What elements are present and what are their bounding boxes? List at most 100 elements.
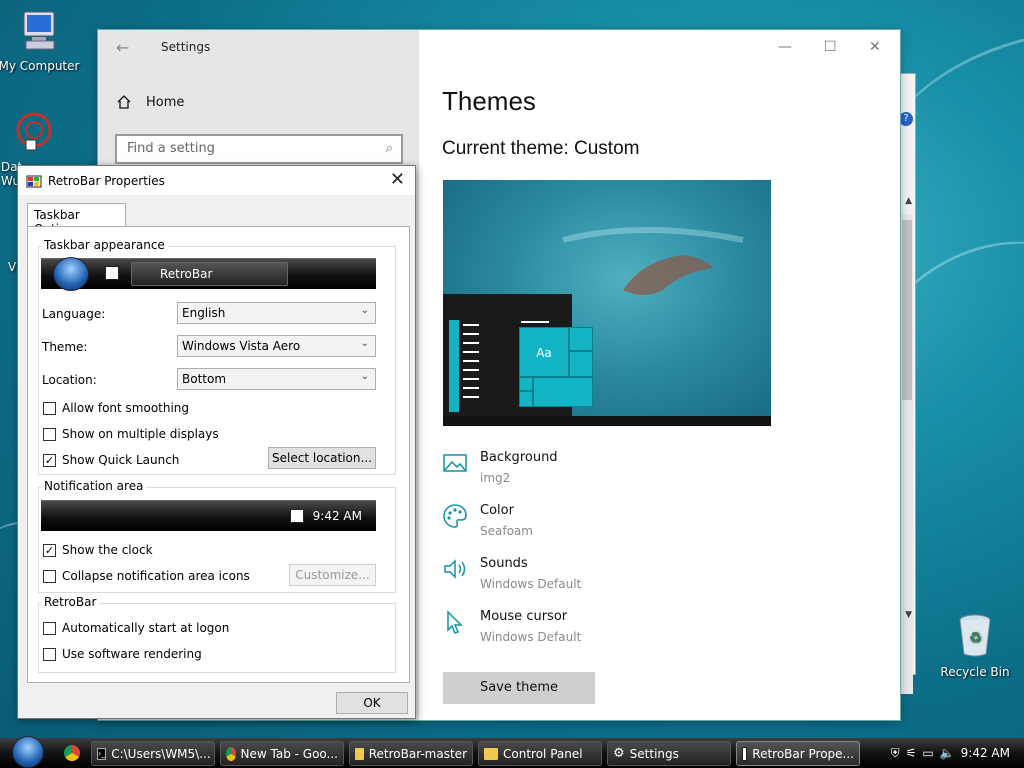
- chrome-icon: [226, 746, 236, 761]
- back-arrow-icon[interactable]: ←: [116, 38, 129, 57]
- preview-tile: [569, 351, 593, 377]
- mouse-cursor-setting[interactable]: Mouse cursor Windows Default: [442, 609, 581, 644]
- checkbox-box[interactable]: [43, 647, 56, 661]
- gear-icon: ⚙: [613, 746, 625, 761]
- taskbar-button-cmd[interactable]: ›_ C:\Users\WM5\...: [91, 741, 215, 766]
- desktop-icon-label: Recycle Bin: [940, 665, 1010, 679]
- auto-start-checkbox[interactable]: Automatically start at logon: [43, 621, 229, 635]
- preview-start-menu: Aa: [443, 294, 593, 416]
- scrollbar-thumb[interactable]: [902, 220, 912, 400]
- retrobar-icon: [26, 175, 42, 188]
- group-label: Notification area: [41, 479, 147, 493]
- scroll-down-icon[interactable]: ▼: [905, 610, 912, 620]
- language-value: English: [182, 306, 226, 320]
- checkbox-box[interactable]: [43, 401, 56, 415]
- checkbox-box[interactable]: [43, 621, 56, 635]
- taskbar-button-chrome[interactable]: New Tab - Goo...: [220, 741, 344, 766]
- save-theme-button[interactable]: Save theme: [443, 672, 595, 704]
- windows-orb-icon: [12, 736, 44, 768]
- minimize-button[interactable]: —: [778, 39, 792, 55]
- chevron-down-icon: ⌄: [360, 338, 369, 349]
- notification-area: ⛨ ⚟ ▭ 🔈 9:42 AM: [891, 738, 1024, 768]
- maximize-button[interactable]: ☐: [824, 39, 837, 55]
- show-clock-checkbox[interactable]: ✓ Show the clock: [43, 543, 153, 557]
- theme-value: Windows Vista Aero: [182, 339, 301, 353]
- home-nav[interactable]: Home: [116, 94, 184, 110]
- chevron-down-icon: ⌄: [360, 371, 369, 382]
- picture-icon: [443, 454, 467, 472]
- start-button[interactable]: [8, 736, 48, 768]
- speaker-icon: [444, 559, 466, 579]
- taskbar-button-retrobar-master[interactable]: RetroBar-master: [349, 741, 473, 766]
- preview-tile: [533, 377, 593, 407]
- dialog-titlebar[interactable]: RetroBar Properties ✕: [18, 166, 415, 195]
- desktop-icon-label: My Computer: [0, 59, 80, 73]
- dialog-title: RetroBar Properties: [48, 174, 165, 188]
- row-value: img2: [480, 471, 511, 485]
- search-input[interactable]: Find a setting ⌕: [115, 134, 403, 164]
- search-icon: ⌕: [385, 141, 393, 156]
- select-location-button[interactable]: Select location...: [268, 447, 376, 469]
- notification-preview: 9:42 AM: [41, 500, 376, 531]
- chrome-quick-launch-icon[interactable]: [64, 745, 80, 761]
- taskbar-preview: RetroBar: [41, 257, 376, 291]
- cursor-icon: [447, 610, 463, 634]
- quick-launch-checkbox[interactable]: ✓ Show Quick Launch: [43, 453, 179, 467]
- checkbox-box[interactable]: [43, 569, 56, 583]
- taskbar-appearance-group: Taskbar appearance RetroBar Language: En…: [38, 238, 396, 475]
- theme-select[interactable]: Windows Vista Aero ⌄: [177, 335, 376, 357]
- checkbox-label: Automatically start at logon: [62, 621, 230, 635]
- scroll-up-icon[interactable]: ▲: [905, 196, 912, 206]
- close-icon[interactable]: ✕: [390, 169, 405, 190]
- multiple-displays-checkbox[interactable]: Show on multiple displays: [43, 427, 219, 441]
- retrobar-properties-dialog[interactable]: RetroBar Properties ✕ Taskbar Options Ta…: [17, 165, 416, 719]
- taskbar-button-control-panel[interactable]: Control Panel: [478, 741, 602, 766]
- window-title: Settings: [161, 40, 211, 54]
- start-orb-icon: [53, 257, 89, 291]
- checkmark-icon[interactable]: ✓: [43, 453, 56, 467]
- cmd-icon: ›_: [97, 747, 107, 760]
- network-icon[interactable]: ⚟: [906, 746, 917, 760]
- retrobar-icon: [290, 509, 304, 523]
- sounds-setting[interactable]: Sounds Windows Default: [442, 556, 581, 591]
- taskbar-button-settings[interactable]: ⚙ Settings: [607, 741, 731, 766]
- display-icon[interactable]: ▭: [922, 746, 933, 760]
- taskbar-clock[interactable]: 9:42 AM: [961, 746, 1010, 760]
- location-select[interactable]: Bottom ⌄: [177, 368, 376, 390]
- checkbox-label: Use software rendering: [62, 647, 202, 661]
- color-setting[interactable]: Color Seafoam: [442, 503, 533, 538]
- close-button[interactable]: ✕: [869, 39, 881, 55]
- language-select[interactable]: English ⌄: [177, 302, 376, 324]
- volume-icon[interactable]: 🔈: [940, 746, 955, 760]
- security-shield-icon[interactable]: ⛨: [891, 746, 900, 761]
- customize-button[interactable]: Customize...: [289, 564, 376, 586]
- desktop-icon-my-computer[interactable]: My Computer: [0, 10, 81, 73]
- recycle-bin-icon: ♻: [959, 614, 991, 657]
- checkbox-label: Show the clock: [62, 543, 153, 557]
- row-title: Background: [480, 450, 558, 465]
- taskbar-button-label: Settings: [629, 746, 679, 761]
- software-rendering-checkbox[interactable]: Use software rendering: [43, 647, 202, 661]
- group-label: Taskbar appearance: [41, 238, 168, 252]
- checkmark-icon[interactable]: ✓: [43, 543, 56, 557]
- help-icon[interactable]: ?: [899, 112, 913, 126]
- retrobar-icon: [105, 266, 119, 280]
- checkbox-box[interactable]: [43, 427, 56, 441]
- tab-taskbar-options[interactable]: Taskbar Options: [27, 203, 126, 236]
- checkbox-label: Collapse notification area icons: [62, 569, 250, 583]
- home-label: Home: [146, 94, 185, 110]
- taskbar-button-label: Control Panel: [503, 746, 583, 761]
- preview-menu-lines: [463, 324, 479, 326]
- collapse-icons-checkbox[interactable]: Collapse notification area icons: [43, 569, 250, 583]
- app-icon: [16, 112, 52, 151]
- taskbar-button-retrobar-properties[interactable]: RetroBar Prope...: [736, 741, 860, 766]
- ok-button[interactable]: OK: [336, 692, 408, 714]
- desktop-icon-recycle-bin[interactable]: ♻ Recycle Bin: [933, 612, 1017, 679]
- tab-pane: Taskbar appearance RetroBar Language: En…: [27, 226, 410, 683]
- background-setting[interactable]: Background img2: [442, 450, 558, 485]
- desktop-icon-dat[interactable]: Dat Wu: [0, 110, 58, 188]
- preview-heading-line: [521, 321, 549, 323]
- notification-area-group: Notification area 9:42 AM ✓ Show the cloc…: [38, 479, 396, 593]
- font-smoothing-checkbox[interactable]: Allow font smoothing: [43, 401, 189, 415]
- checkbox-label: Allow font smoothing: [62, 401, 190, 415]
